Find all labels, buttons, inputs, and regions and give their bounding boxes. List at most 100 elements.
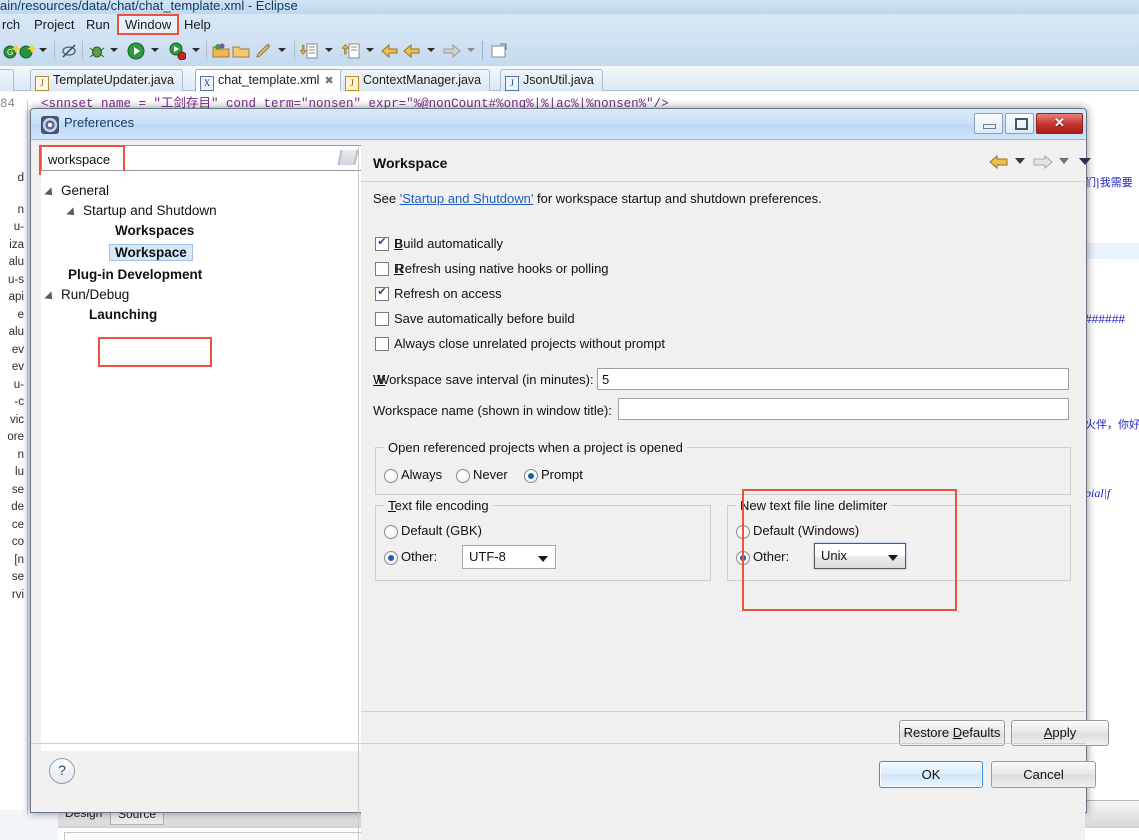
tree-item-workspace[interactable]: Workspace (109, 243, 193, 263)
radio-box[interactable] (524, 469, 538, 483)
checkbox-refresh-on-access[interactable]: Refresh on access (375, 284, 502, 303)
next-annotation-icon[interactable] (299, 42, 318, 60)
previous-annotation-icon[interactable] (341, 42, 360, 60)
back-dropdown-icon[interactable] (427, 48, 435, 52)
radio-box[interactable] (384, 525, 398, 539)
tree-item-general[interactable]: General (44, 181, 109, 201)
run-dropdown-icon[interactable] (151, 48, 159, 52)
editor-left-rule (27, 100, 28, 815)
radio-label: Prompt (541, 467, 583, 482)
next-dropdown-icon[interactable] (325, 48, 333, 52)
tree-item-plug-in-development[interactable]: Plug-in Development (68, 265, 202, 285)
checkbox-always-close-unrelated[interactable]: Always close unrelated projects without … (375, 334, 665, 353)
back-icon[interactable] (381, 42, 399, 60)
tree-item-launching[interactable]: Launching (89, 305, 157, 325)
checkbox-box[interactable] (375, 312, 389, 326)
forward-dropdown-icon[interactable] (1059, 158, 1069, 164)
checkbox-refresh-native-hooks[interactable]: RRefresh using native hooks or polling (375, 259, 609, 278)
back-arrow-icon[interactable] (989, 154, 1009, 173)
cancel-button[interactable]: Cancel (991, 761, 1096, 788)
external-dropdown-icon[interactable] (192, 48, 200, 52)
run-icon[interactable] (127, 42, 145, 60)
checkbox-box[interactable] (375, 337, 389, 351)
radio-never[interactable]: Never (456, 466, 508, 484)
toolbar-separator-4 (294, 41, 296, 60)
tree-item-run-debug[interactable]: Run/Debug (44, 285, 129, 305)
radio-delimiter-default[interactable]: Default (Windows) (736, 522, 859, 540)
back-dropdown-icon[interactable] (1015, 158, 1025, 164)
menu-dropdown-icon[interactable] (1079, 158, 1091, 165)
debug-icon[interactable] (88, 42, 106, 60)
menu-item-window[interactable]: Window (116, 14, 180, 35)
radio-prompt[interactable]: Prompt (524, 466, 583, 484)
page-title-separator (361, 181, 1085, 182)
radio-box[interactable] (384, 469, 398, 483)
startup-shutdown-link[interactable]: 'Startup and Shutdown' (400, 191, 534, 206)
clear-filter-icon[interactable] (337, 150, 359, 165)
editor-tab-chat-template[interactable]: Xchat_template.xml ✖ (195, 69, 343, 91)
radio-box[interactable] (384, 551, 398, 565)
tree-item-workspaces[interactable]: Workspaces (115, 221, 194, 241)
toolbar-separator-5 (482, 41, 484, 60)
menu-item-help[interactable]: Help (178, 16, 217, 33)
close-button[interactable]: ✕ (1036, 113, 1083, 134)
brush-dropdown-icon[interactable] (278, 48, 286, 52)
editor-tab-jsonutil[interactable]: J JsonUtil.java (500, 69, 603, 91)
back-alt-icon[interactable] (403, 42, 421, 60)
previous-dropdown-icon[interactable] (366, 48, 374, 52)
radio-always[interactable]: Always (384, 466, 442, 484)
radio-box[interactable] (456, 469, 470, 483)
run-external-icon[interactable] (168, 42, 187, 61)
tree-item-startup-and-shutdown[interactable]: Startup and Shutdown (66, 201, 217, 221)
eclipse-toolbar[interactable]: G (0, 35, 1139, 67)
chevron-down-icon[interactable] (888, 555, 898, 561)
open-resource-icon[interactable] (232, 42, 250, 60)
menu-item-project[interactable]: Project (28, 16, 80, 33)
checkbox-save-before-build[interactable]: Save automatically before build (375, 309, 575, 328)
delimiter-combo[interactable]: Unix (814, 543, 906, 569)
chevron-down-icon[interactable] (538, 556, 548, 562)
radio-encoding-default[interactable]: Default (GBK) (384, 522, 482, 540)
editor-tab-overflow[interactable] (0, 69, 14, 91)
ok-button[interactable]: OK (879, 761, 983, 788)
close-icon[interactable]: ✖ (324, 75, 333, 87)
editor-tab-label: chat_template.xml (218, 73, 320, 87)
checkbox-box[interactable] (375, 235, 389, 251)
radio-label: Other: (753, 549, 790, 564)
checkbox-build-automatically[interactable]: BBuild automatically (375, 234, 503, 253)
toolbar-separator-2 (82, 41, 84, 60)
editor-tab-contextmanager[interactable]: J ContextManager.java (340, 69, 491, 91)
checkbox-box[interactable] (375, 285, 389, 301)
search-brush-icon[interactable] (254, 42, 272, 60)
editor-tab-templateupdater[interactable]: J TemplateUpdater.java (30, 69, 183, 91)
encoding-combo[interactable]: UTF-8 (462, 545, 556, 569)
checkbox-box[interactable] (375, 262, 389, 276)
radio-encoding-other[interactable]: Other: (384, 548, 437, 566)
maximize-button[interactable] (1005, 113, 1034, 134)
open-type-icon[interactable] (212, 42, 230, 60)
line-number: 84 (0, 97, 16, 110)
filter-search-box[interactable] (41, 145, 363, 171)
disabled-link-icon[interactable] (60, 42, 78, 60)
radio-box[interactable] (736, 551, 750, 565)
radio-delimiter-other[interactable]: Other: (736, 548, 789, 566)
help-button[interactable]: ? (49, 758, 75, 784)
eclipse-window-title: ain/resources/data/chat/chat_template.xm… (0, 0, 298, 13)
forward-icon[interactable] (443, 42, 461, 60)
radio-box[interactable] (736, 525, 750, 539)
forward-dropdown-icon[interactable] (467, 48, 475, 52)
description-prefix: See (373, 191, 400, 206)
workspace-name-input[interactable] (618, 398, 1069, 420)
dialog-titlebar[interactable]: Preferences ✕ (31, 109, 1086, 140)
save-interval-input[interactable] (597, 368, 1069, 390)
new-wizard-icon-2[interactable] (18, 42, 37, 60)
menu-item-run[interactable]: Run (80, 16, 116, 33)
minimize-button[interactable] (974, 113, 1003, 134)
forward-arrow-icon[interactable] (1033, 154, 1053, 173)
menu-item-search[interactable]: rch (0, 16, 26, 33)
debug-dropdown-icon[interactable] (110, 48, 118, 52)
new-dropdown-icon[interactable] (39, 48, 47, 52)
preferences-tree[interactable]: General Startup and Shutdown Workspaces … (41, 171, 361, 751)
search-input[interactable] (46, 149, 330, 169)
new-editor-icon[interactable] (490, 42, 508, 60)
